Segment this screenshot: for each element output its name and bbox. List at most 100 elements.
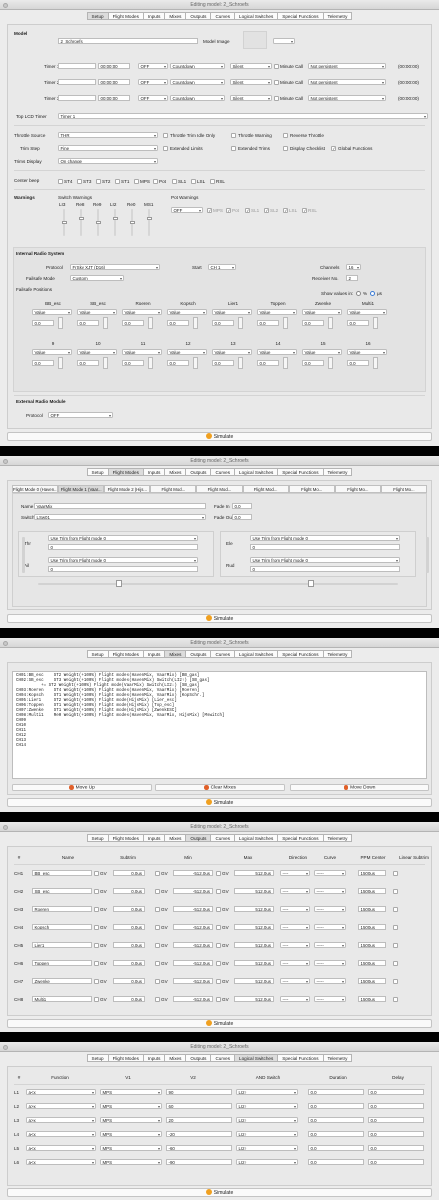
curve-select[interactable]: ----- <box>314 960 346 966</box>
extended-limits-checkbox[interactable] <box>163 146 168 151</box>
timer-time-input[interactable]: 00:00:00 <box>98 79 130 85</box>
tab-mixes[interactable]: Mixes <box>164 834 186 842</box>
tab-setup[interactable]: Setup <box>86 468 108 476</box>
tab-special-functions[interactable]: Special Functions <box>277 468 323 476</box>
subtrim-gv-checkbox[interactable] <box>94 943 99 948</box>
timer-mode-select[interactable]: OFF <box>138 63 168 69</box>
failsafe-number-input[interactable]: 0,0 <box>302 360 324 366</box>
max-input[interactable]: 512,0us <box>234 960 274 966</box>
tab-setup[interactable]: Setup <box>86 834 108 842</box>
channel-name-input[interactable]: Kopsch <box>32 924 92 930</box>
subtrim-input[interactable]: 0,0us <box>113 978 145 984</box>
tab-curves[interactable]: Curves <box>210 12 235 20</box>
tab-special-functions[interactable]: Special Functions <box>277 650 323 658</box>
simulate-button[interactable]: Simulate <box>7 432 432 441</box>
timer-name-input[interactable] <box>58 63 96 69</box>
min-input[interactable]: -512,0us <box>173 942 213 948</box>
tab-special-functions[interactable]: Special Functions <box>277 1054 323 1062</box>
max-input[interactable]: 512,0us <box>234 996 274 1002</box>
ls-duration-input[interactable]: 0,0 <box>308 1131 364 1137</box>
ls-v1-select[interactable]: MPS <box>100 1159 162 1165</box>
curve-select[interactable]: ----- <box>314 924 346 930</box>
min-gv-checkbox[interactable] <box>155 943 160 948</box>
tab-outputs[interactable]: Outputs <box>185 834 211 842</box>
linear-subtrim-checkbox[interactable] <box>393 889 398 894</box>
failsafe-value-select[interactable]: Value <box>167 349 207 355</box>
top-lcd-select[interactable]: Timer 1 <box>58 113 428 119</box>
fm-tab[interactable]: Flight Mode 1 (Vaar... <box>58 485 105 493</box>
pot-warning-checkbox[interactable] <box>245 208 250 213</box>
center-beep-checkbox[interactable] <box>96 179 101 184</box>
ls-function-select[interactable]: a<x <box>26 1145 96 1151</box>
tab-special-functions[interactable]: Special Functions <box>277 834 323 842</box>
failsafe-slider[interactable] <box>373 317 378 329</box>
min-gv-checkbox[interactable] <box>155 889 160 894</box>
ppm-center-input[interactable]: 1500us <box>358 870 386 876</box>
ext-protocol-select[interactable]: OFF <box>48 412 113 418</box>
failsafe-slider[interactable] <box>373 357 378 369</box>
subtrim-input[interactable]: 0,0us <box>113 924 145 930</box>
tab-logical-switches[interactable]: Logical Switches <box>234 1054 278 1062</box>
pot-warning-checkbox[interactable] <box>207 208 212 213</box>
timer-beep-select[interactable]: Silent <box>230 79 272 85</box>
failsafe-value-select[interactable]: Value <box>302 349 342 355</box>
failsafe-number-input[interactable]: 0,0 <box>347 360 369 366</box>
switch-warning-slider[interactable] <box>95 209 101 236</box>
max-input[interactable]: 512,0us <box>234 978 274 984</box>
failsafe-slider[interactable] <box>283 317 288 329</box>
center-beep-checkbox[interactable] <box>77 179 82 184</box>
failsafe-value-select[interactable]: Value <box>212 349 252 355</box>
ls-function-select[interactable]: a<x <box>26 1089 96 1095</box>
ls-delay-input[interactable]: 0,0 <box>368 1103 424 1109</box>
failsafe-value-select[interactable]: Value <box>257 309 297 315</box>
timer-direction-select[interactable]: Countdown <box>170 95 225 101</box>
tab-telemetry[interactable]: Telemetry <box>322 834 353 842</box>
fm-tab[interactable]: Flight Mo... <box>334 485 381 493</box>
failsafe-number-input[interactable]: 0,0 <box>257 320 279 326</box>
ls-delay-input[interactable]: 0,0 <box>368 1131 424 1137</box>
max-gv-checkbox[interactable] <box>216 907 221 912</box>
min-gv-checkbox[interactable] <box>155 925 160 930</box>
throttle-warning-checkbox[interactable] <box>231 133 236 138</box>
failsafe-slider[interactable] <box>103 317 108 329</box>
show-values-percent-radio[interactable] <box>356 291 361 296</box>
min-gv-checkbox[interactable] <box>155 871 160 876</box>
ls-delay-input[interactable]: 0,0 <box>368 1117 424 1123</box>
slider-knob[interactable] <box>78 217 84 220</box>
pot-warning-checkbox[interactable] <box>226 208 231 213</box>
tab-inputs[interactable]: Inputs <box>142 650 165 658</box>
subtrim-input[interactable]: 0,0us <box>113 906 145 912</box>
ls-v2-input[interactable]: 20 <box>166 1117 232 1123</box>
failsafe-slider[interactable] <box>148 357 153 369</box>
direction-select[interactable]: ---- <box>280 996 310 1002</box>
close-window-icon[interactable] <box>3 1044 8 1050</box>
slider-knob[interactable] <box>95 221 101 224</box>
channel-name-input[interactable]: BB_esc <box>32 870 92 876</box>
failsafe-slider[interactable] <box>238 357 243 369</box>
subtrim-gv-checkbox[interactable] <box>94 997 99 1002</box>
ls-and-switch-select[interactable]: LI2↑ <box>236 1145 298 1151</box>
ls-function-select[interactable]: a<x <box>26 1159 96 1165</box>
switch-warning-slider[interactable] <box>61 209 67 236</box>
display-checklist-checkbox[interactable] <box>283 146 288 151</box>
max-input[interactable]: 512,0us <box>234 906 274 912</box>
linear-subtrim-checkbox[interactable] <box>393 979 398 984</box>
ppm-center-input[interactable]: 1500us <box>358 924 386 930</box>
ls-function-select[interactable]: a<x <box>26 1131 96 1137</box>
max-gv-checkbox[interactable] <box>216 871 221 876</box>
minute-call-checkbox[interactable] <box>274 80 279 85</box>
failsafe-value-select[interactable]: Value <box>77 309 117 315</box>
max-input[interactable]: 512,0us <box>234 942 274 948</box>
start-channel-select[interactable]: CH 1 <box>208 264 236 270</box>
failsafe-number-input[interactable]: 0,0 <box>212 320 234 326</box>
failsafe-number-input[interactable]: 0,0 <box>257 360 279 366</box>
tab-curves[interactable]: Curves <box>210 468 235 476</box>
pot-warnings-select[interactable]: OFF <box>171 207 203 213</box>
failsafe-slider[interactable] <box>328 317 333 329</box>
timer-name-input[interactable] <box>58 95 96 101</box>
ls-v1-select[interactable]: MPS <box>100 1089 162 1095</box>
subtrim-gv-checkbox[interactable] <box>94 925 99 930</box>
tab-logical-switches[interactable]: Logical Switches <box>234 12 278 20</box>
thr-slider[interactable] <box>22 537 25 573</box>
fm-tab[interactable]: Flight Mode 2 (Hijs... <box>104 485 151 493</box>
